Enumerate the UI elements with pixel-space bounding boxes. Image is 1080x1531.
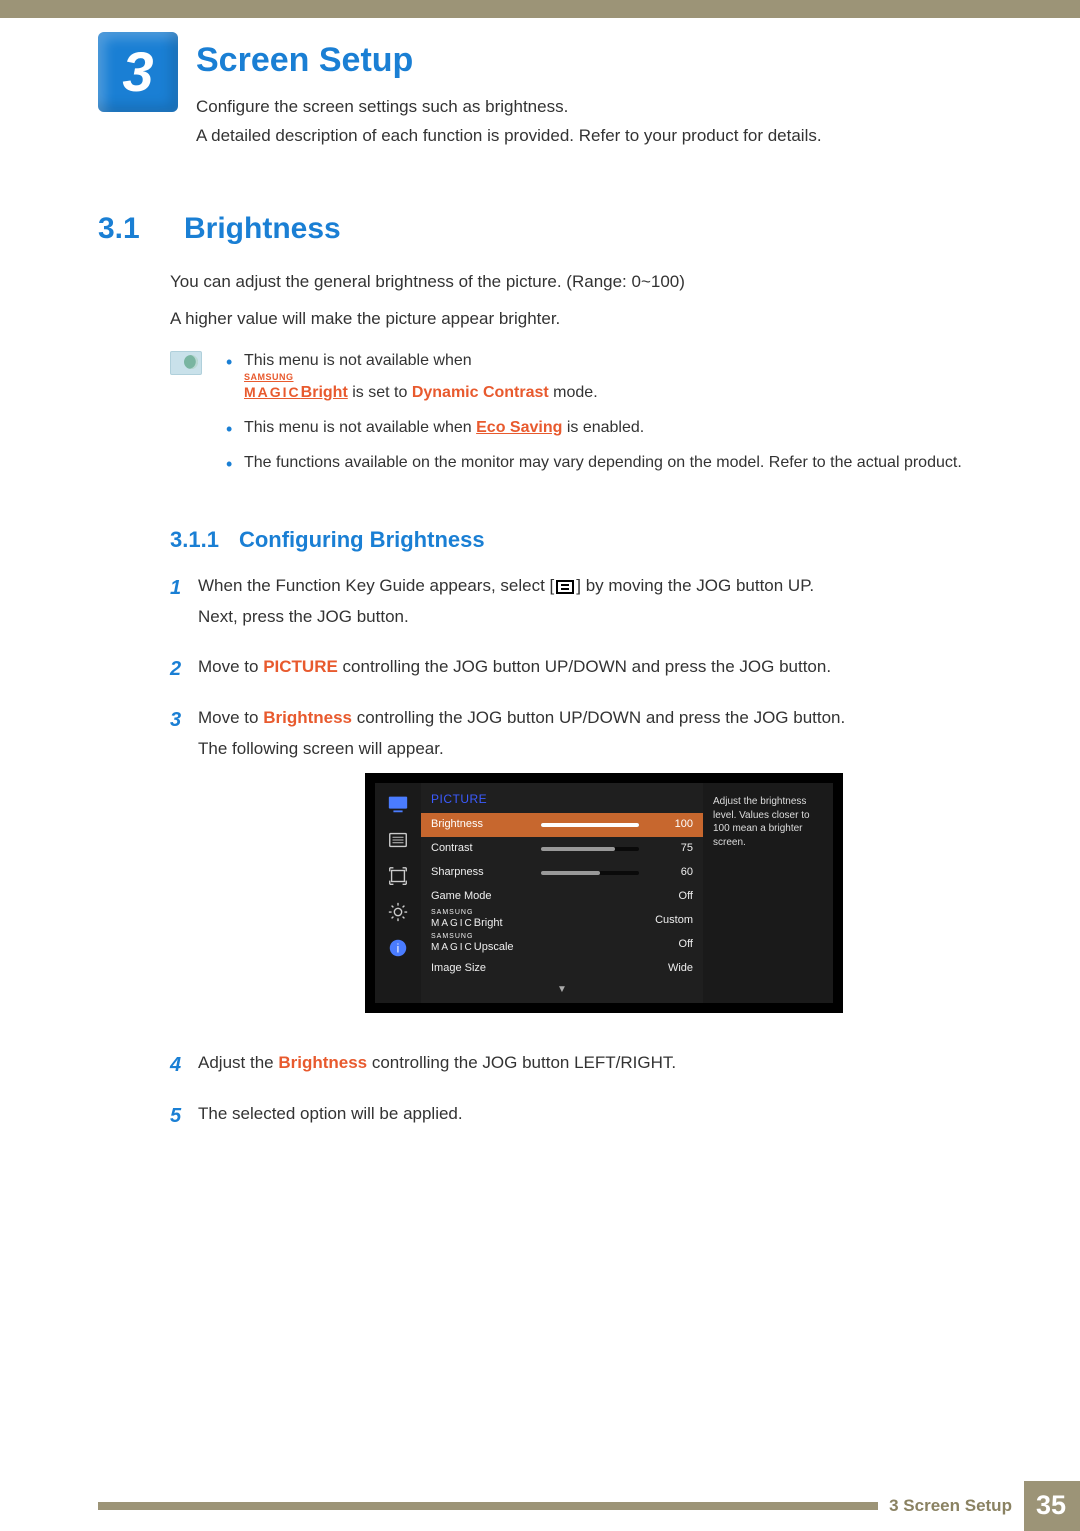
note1-post: mode. xyxy=(549,384,598,401)
intro-line-1: Configure the screen settings such as br… xyxy=(196,95,822,120)
osd-help-panel: Adjust the brightness level. Values clos… xyxy=(703,783,833,1003)
footer-page-number: 35 xyxy=(1024,1481,1080,1530)
section-heading: 3.1 Brightness xyxy=(98,207,1010,251)
osd-slider xyxy=(541,823,639,827)
note-list: This menu is not available when SAMSUNGM… xyxy=(222,349,1010,486)
top-olive-bar xyxy=(0,0,1080,18)
section-body: You can adjust the general brightness of… xyxy=(170,270,1010,331)
note2-pre: This menu is not available when xyxy=(244,419,476,436)
step3-text-c: The following screen will appear. xyxy=(198,737,1010,762)
menu-icon xyxy=(556,580,574,594)
section-number: 3.1 xyxy=(98,207,158,251)
osd-row-value: Off xyxy=(649,889,693,905)
step-5: The selected option will be applied. xyxy=(170,1102,1010,1147)
osd-row-4: SAMSUNGMAGICBright Custom xyxy=(421,909,703,933)
osd-row-value: Off xyxy=(649,937,693,953)
osd-icon-list xyxy=(385,829,411,851)
footer-olive-band xyxy=(98,1502,878,1510)
intro-line-2: A detailed description of each function … xyxy=(196,124,822,149)
osd-row-value: Wide xyxy=(649,961,693,977)
step1-text-b: ] by moving the JOG button UP. xyxy=(576,576,814,595)
step1-text-a: When the Function Key Guide appears, sel… xyxy=(198,576,554,595)
chapter-title: Screen Setup xyxy=(196,36,822,85)
note1-pre: This menu is not available when xyxy=(244,352,472,369)
osd-sidebar: i xyxy=(375,783,421,1003)
step3-text-a: Move to xyxy=(198,708,263,727)
osd-row-label: Game Mode xyxy=(431,889,531,905)
step2-text-a: Move to xyxy=(198,657,263,676)
osd-row-label: Contrast xyxy=(431,841,531,857)
osd-row-label: Image Size xyxy=(431,961,531,977)
osd-row-value: Custom xyxy=(649,913,693,929)
step2-text-b: controlling the JOG button UP/DOWN and p… xyxy=(338,657,831,676)
step4-text-a: Adjust the xyxy=(198,1053,278,1072)
osd-icon-resize xyxy=(385,865,411,887)
osd-row-6: Image Size Wide xyxy=(421,957,703,981)
note-block: This menu is not available when SAMSUNGM… xyxy=(170,349,1010,486)
note-item-3: The functions available on the monitor m… xyxy=(222,451,1010,486)
note2-post: is enabled. xyxy=(562,419,644,436)
chapter-number-badge: 3 xyxy=(98,32,178,112)
section-title: Brightness xyxy=(184,207,341,251)
steps-list: When the Function Key Guide appears, sel… xyxy=(170,574,1010,1146)
osd-icon-picture xyxy=(385,793,411,815)
osd-row-5: SAMSUNGMAGICUpscale Off xyxy=(421,933,703,957)
osd-row-label: Sharpness xyxy=(431,865,531,881)
osd-row-label: Brightness xyxy=(431,817,531,833)
note-item-1: This menu is not available when SAMSUNGM… xyxy=(222,349,1010,415)
page: 3 Screen Setup Configure the screen sett… xyxy=(0,0,1080,1527)
note-item-2: This menu is not available when Eco Savi… xyxy=(222,416,1010,451)
step1-text-c: Next, press the JOG button. xyxy=(198,605,1010,630)
step5-text: The selected option will be applied. xyxy=(198,1102,1010,1127)
note-icon xyxy=(170,351,202,375)
picture-label: PICTURE xyxy=(263,657,338,676)
content-area: 3.1 Brightness You can adjust the genera… xyxy=(0,153,1080,1147)
step-3: Move to Brightness controlling the JOG b… xyxy=(170,706,1010,1045)
osd-slider xyxy=(541,847,639,851)
step-1: When the Function Key Guide appears, sel… xyxy=(170,574,1010,649)
osd-row-label: SAMSUNGMAGICUpscale xyxy=(431,934,531,956)
step3-text-b: controlling the JOG button UP/DOWN and p… xyxy=(352,708,845,727)
osd-row-value: 60 xyxy=(649,865,693,881)
osd-screenshot: i PICTURE Brightness 100 Contrast 75 Sharpne… xyxy=(365,773,843,1013)
osd-main-panel: PICTURE Brightness 100 Contrast 75 Sharpness… xyxy=(421,783,703,1003)
osd-icon-info: i xyxy=(385,937,411,959)
osd-row-value: 75 xyxy=(649,841,693,857)
osd-row-value: 100 xyxy=(649,817,693,833)
footer-section-label: 3 Screen Setup xyxy=(883,1494,1018,1519)
osd-slider xyxy=(541,871,639,875)
osd-row-2: Sharpness 60 xyxy=(421,861,703,885)
chapter-header: 3 Screen Setup Configure the screen sett… xyxy=(0,18,1080,153)
osd-row-0: Brightness 100 xyxy=(421,813,703,837)
brightness-label-2: Brightness xyxy=(278,1053,367,1072)
eco-saving-link[interactable]: Eco Saving xyxy=(476,419,562,436)
note1-mid: is set to xyxy=(348,384,412,401)
osd-title: PICTURE xyxy=(421,783,703,812)
brightness-label: Brightness xyxy=(263,708,352,727)
osd-row-1: Contrast 75 xyxy=(421,837,703,861)
osd-icon-gear xyxy=(385,901,411,923)
brightness-higher-text: A higher value will make the picture app… xyxy=(170,307,1010,332)
osd-scroll-down-arrow: ▼ xyxy=(421,981,703,1004)
osd-row-3: Game Mode Off xyxy=(421,885,703,909)
svg-text:i: i xyxy=(397,942,400,956)
step-2: Move to PICTURE controlling the JOG butt… xyxy=(170,655,1010,700)
step-4: Adjust the Brightness controlling the JO… xyxy=(170,1051,1010,1096)
chapter-header-text: Screen Setup Configure the screen settin… xyxy=(196,32,822,153)
brightness-range-text: You can adjust the general brightness of… xyxy=(170,270,1010,295)
subsection-heading: 3.1.1 Configuring Brightness xyxy=(170,524,1010,556)
step4-text-b: controlling the JOG button LEFT/RIGHT. xyxy=(367,1053,676,1072)
subsection-title: Configuring Brightness xyxy=(239,524,485,556)
subsection-number: 3.1.1 xyxy=(170,524,219,556)
dynamic-contrast-label: Dynamic Contrast xyxy=(412,384,549,401)
osd-row-label: SAMSUNGMAGICBright xyxy=(431,910,531,932)
